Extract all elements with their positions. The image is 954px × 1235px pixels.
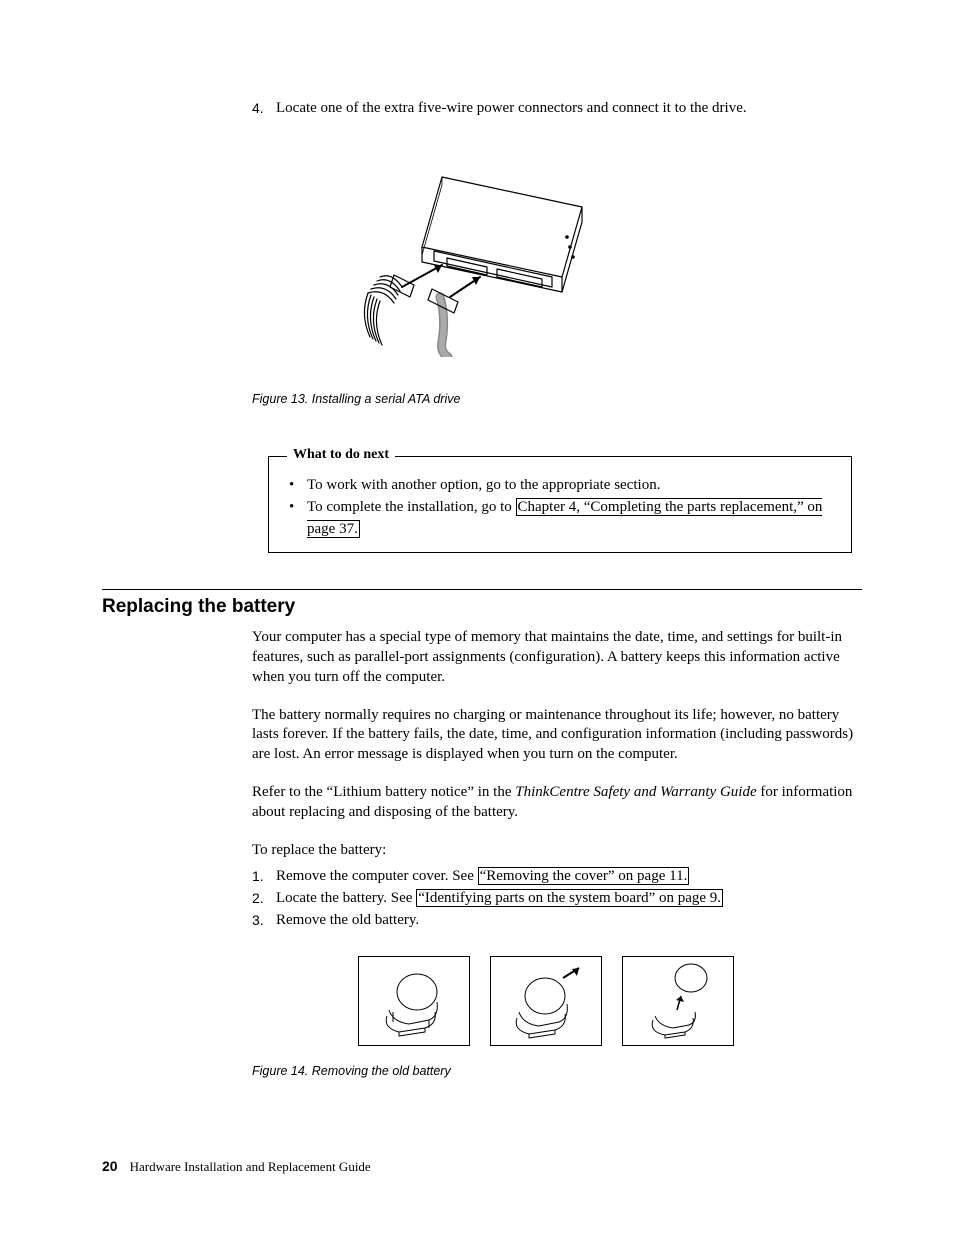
numbered-step: 3. Remove the old battery. — [252, 910, 862, 932]
callout-item: • To work with another option, go to the… — [287, 475, 833, 497]
bullet-icon: • — [287, 475, 307, 497]
step-text: Remove the old battery. — [276, 910, 419, 932]
numbered-step: 1. Remove the computer cover. See “Remov… — [252, 866, 862, 888]
figure-13-caption: Figure 13. Installing a serial ATA drive — [252, 392, 862, 406]
paragraph: The battery normally requires no chargin… — [252, 706, 862, 765]
section-heading: Replacing the battery — [102, 596, 862, 618]
step-number: 3. — [252, 910, 276, 932]
footer-title: Hardware Installation and Replacement Gu… — [130, 1159, 371, 1174]
figure-panel — [622, 956, 734, 1046]
step-text: Remove the computer cover. See “Removing… — [276, 866, 689, 888]
page-footer: 20 Hardware Installation and Replacement … — [102, 1158, 371, 1175]
figure-14-caption: Figure 14. Removing the old battery — [252, 1064, 862, 1078]
step-text: Locate the battery. See “Identifying par… — [276, 888, 723, 910]
page-content: 4. Locate one of the extra five-wire pow… — [0, 0, 954, 1078]
numbered-step: 2. Locate the battery. See “Identifying … — [252, 888, 862, 910]
bullet-icon: • — [287, 497, 307, 541]
paragraph: Refer to the “Lithium battery notice” in… — [252, 783, 862, 823]
figure-panel — [358, 956, 470, 1046]
battery-socket-icon — [369, 962, 459, 1040]
paragraph: To replace the battery: — [252, 841, 862, 861]
step-text: Locate one of the extra five-wire power … — [276, 100, 747, 117]
step-number: 2. — [252, 888, 276, 910]
step-number: 1. — [252, 866, 276, 888]
battery-press-icon — [501, 962, 591, 1040]
figure-14 — [358, 956, 862, 1046]
sata-drive-illustration-icon — [352, 147, 612, 357]
battery-removed-icon — [633, 962, 723, 1040]
section-rule — [102, 589, 862, 590]
paragraph: Your computer has a special type of memo… — [252, 628, 862, 687]
step-number: 4. — [252, 100, 276, 117]
callout-item: • To complete the installation, go to Ch… — [287, 497, 833, 541]
figure-panel — [490, 956, 602, 1046]
numbered-step: 4. Locate one of the extra five-wire pow… — [252, 100, 862, 117]
callout-text: To work with another option, go to the a… — [307, 475, 660, 497]
figure-13 — [102, 147, 862, 362]
what-to-do-next-box: What to do next • To work with another o… — [268, 456, 852, 553]
page-number: 20 — [102, 1158, 118, 1174]
cross-reference-link[interactable]: “Identifying parts on the system board” … — [416, 889, 723, 907]
callout-text: To complete the installation, go to Chap… — [307, 497, 833, 541]
cross-reference-link[interactable]: “Removing the cover” on page 11. — [478, 867, 690, 885]
callout-title: What to do next — [287, 447, 395, 463]
